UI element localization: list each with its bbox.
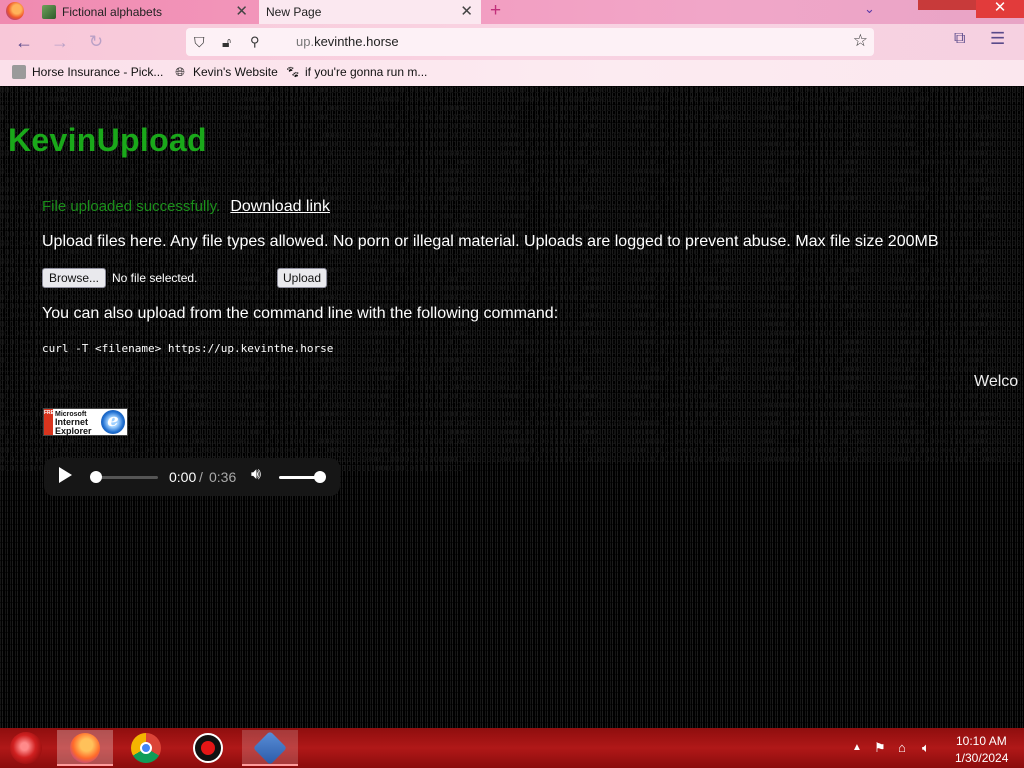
cli-instructions: You can also upload from the command lin… [42, 305, 559, 322]
window-close-button[interactable]: ✕ [976, 0, 1024, 18]
extensions-icon[interactable]: ⧉ [954, 30, 965, 48]
site-title: KevinUpload [8, 122, 207, 158]
upload-info-text: Upload files here. Any file types allowe… [42, 233, 939, 250]
status-message: File uploaded successfully. [42, 198, 221, 215]
reload-button[interactable]: ↻ [84, 30, 108, 54]
upload-status: File uploaded successfully. Download lin… [42, 198, 330, 216]
new-tab-button[interactable]: + [490, 1, 501, 21]
welcome-marquee: Welco [974, 373, 1019, 390]
tab-favicon-icon [42, 5, 56, 19]
forward-button[interactable]: → [48, 30, 72, 54]
tab-title: Fictional alphabets [62, 5, 163, 19]
curl-command: curl -T <filename> https://up.kevinthe.h… [42, 342, 334, 355]
volume-tray-icon[interactable]: 🔈︎ [922, 740, 930, 756]
volume-thumb[interactable] [314, 471, 326, 483]
bookmark-label: Kevin's Website [193, 65, 278, 79]
action-center-flag-icon[interactable]: ⚑ [874, 740, 886, 756]
taskbar-recorder[interactable] [180, 730, 236, 766]
shield-icon[interactable]: ⛉ [194, 33, 205, 51]
tab-close-icon[interactable]: ✕ [460, 3, 473, 21]
seek-thumb[interactable] [90, 471, 102, 483]
bookmarks-bar: Horse Insurance - Pick... 🌐︎ Kevin's Web… [0, 60, 1024, 86]
download-link[interactable]: Download link [230, 198, 330, 215]
url-text[interactable]: up.kevinthe.horse [296, 34, 399, 49]
horse-favicon-icon [12, 65, 26, 79]
upload-button[interactable]: Upload [277, 268, 327, 288]
tab-bar: Fictional alphabets ✕ New Page ✕ + ⌄ ✕ [0, 0, 1024, 24]
globe-icon: 🌐︎ [175, 65, 185, 79]
page-content: 0011000111110011110001011101111011100001… [0, 86, 1024, 728]
address-bar[interactable]: ⛉ 🔓︎ ⚲ up.kevinthe.horse ☆ [186, 28, 874, 56]
taskbar-firefox[interactable] [57, 730, 113, 766]
tab-fictional-alphabets[interactable]: Fictional alphabets ✕ [36, 0, 256, 24]
ie-badge[interactable]: FREE Microsoft Internet Explorer e [43, 408, 128, 436]
clock-date[interactable]: 1/30/2024 [955, 751, 1008, 765]
bookmark-label: Horse Insurance - Pick... [32, 65, 164, 79]
pet-favicon-icon: 🐾︎ [285, 65, 301, 79]
bookmark-gonna-run[interactable]: 🐾︎ if you're gonna run m... [285, 65, 427, 79]
tray-expand-icon[interactable]: ▲ [852, 740, 862, 756]
firefox-menu-icon[interactable] [6, 2, 24, 20]
bookmark-star-icon[interactable]: ☆ [853, 31, 868, 51]
ie-badge-text: Microsoft Internet Explorer [55, 411, 92, 436]
tab-list-chevron-icon[interactable]: ⌄ [864, 0, 875, 18]
tab-title: New Page [266, 5, 322, 19]
navigation-bar: ← → ↻ ⛉ 🔓︎ ⚲ up.kevinthe.horse ☆ ⧉ ☰ [0, 24, 1024, 60]
start-button[interactable] [10, 732, 42, 764]
ie-free-label: FREE [44, 409, 57, 435]
clock-time[interactable]: 10:10 AM [956, 734, 1007, 748]
total-time: 0:36 [209, 469, 237, 485]
taskbar-virtualbox[interactable] [242, 730, 298, 766]
virtualbox-icon [253, 731, 287, 765]
seek-bar[interactable] [96, 476, 158, 479]
current-time: 0:00 [169, 469, 197, 485]
browse-button[interactable]: Browse... [42, 268, 106, 288]
tab-new-page[interactable]: New Page ✕ [259, 0, 481, 24]
volume-icon[interactable]: 🔊︎ [251, 466, 261, 484]
taskbar-chrome[interactable] [118, 730, 174, 766]
network-icon[interactable]: ⌂ [898, 740, 906, 756]
bookmark-kevins-website[interactable]: 🌐︎ Kevin's Website [173, 65, 278, 79]
taskbar: ▲ ⚑ ⌂ 🔈︎ 10:10 AM 1/30/2024 [0, 728, 1024, 768]
binary-background: 0011000111110011110001011101111011100001… [0, 86, 1022, 473]
audio-player: 0:00 / 0:36 🔊︎ [44, 458, 340, 496]
bookmark-horse-insurance[interactable]: Horse Insurance - Pick... [12, 65, 163, 79]
bookmark-label: if you're gonna run m... [305, 65, 428, 79]
back-button[interactable]: ← [12, 30, 36, 54]
time-separator: / [199, 469, 203, 485]
file-status: No file selected. [112, 271, 198, 285]
hamburger-menu-icon[interactable]: ☰ [990, 29, 1005, 49]
tab-close-icon[interactable]: ✕ [235, 3, 248, 21]
window-minimize-button[interactable] [918, 0, 976, 10]
firefox-icon [70, 733, 100, 763]
play-icon[interactable] [59, 467, 72, 483]
ie-logo-icon: e [101, 410, 125, 434]
insecure-lock-icon[interactable]: 🔓︎ [222, 33, 231, 51]
permissions-icon[interactable]: ⚲ [250, 33, 260, 51]
